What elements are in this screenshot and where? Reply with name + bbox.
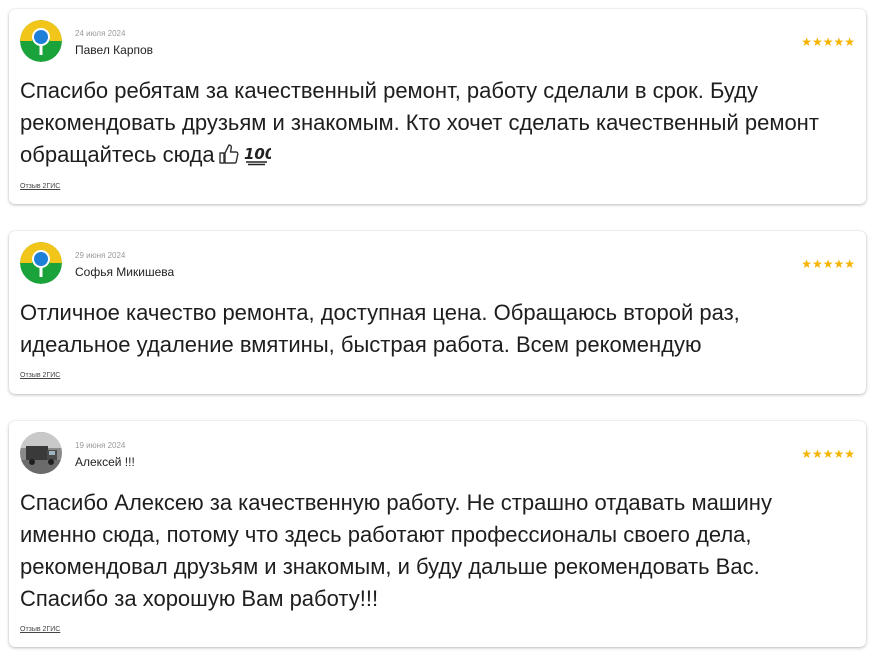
rating-stars: ★★★★★ — [801, 257, 855, 271]
review-date: 24 июля 2024 — [75, 29, 126, 38]
review-date: 29 июня 2024 — [75, 251, 126, 260]
2gis-logo-icon — [20, 20, 62, 62]
review-source-link[interactable]: Отзыв 2ГИС — [20, 183, 60, 190]
review-text: Отличное качество ремонта, доступная цен… — [20, 300, 740, 357]
review-text: Спасибо ребятам за качественный ремонт, … — [20, 78, 819, 167]
review-card: 19 июня 2024 Алексей !!! ★★★★★ Спасибо А… — [9, 421, 866, 647]
rating-stars: ★★★★★ — [801, 447, 855, 461]
review-source-link[interactable]: Отзыв 2ГИС — [20, 372, 60, 379]
hundred-points-icon: 100 — [243, 142, 275, 175]
review-author: Алексей !!! — [75, 455, 135, 469]
user-avatar — [20, 432, 62, 474]
review-source-link[interactable]: Отзыв 2ГИС — [20, 626, 60, 633]
review-text-wrap: Спасибо ребятам за качественный ремонт, … — [20, 75, 850, 175]
thumbs-up-icon — [217, 142, 241, 175]
review-card: 29 июня 2024 Софья Микишева ★★★★★ Отличн… — [9, 231, 866, 394]
review-author: Павел Карпов — [75, 43, 154, 57]
rating-stars: ★★★★★ — [801, 35, 855, 49]
svg-text:100: 100 — [244, 145, 271, 163]
review-text: Спасибо Алексею за качественную работу. … — [20, 490, 772, 611]
review-author: Софья Микишева — [75, 265, 175, 279]
review-date: 19 июня 2024 — [75, 441, 126, 450]
2gis-logo-icon — [20, 242, 62, 284]
review-card: 24 июля 2024 Павел Карпов ★★★★★ Спасибо … — [9, 9, 866, 204]
